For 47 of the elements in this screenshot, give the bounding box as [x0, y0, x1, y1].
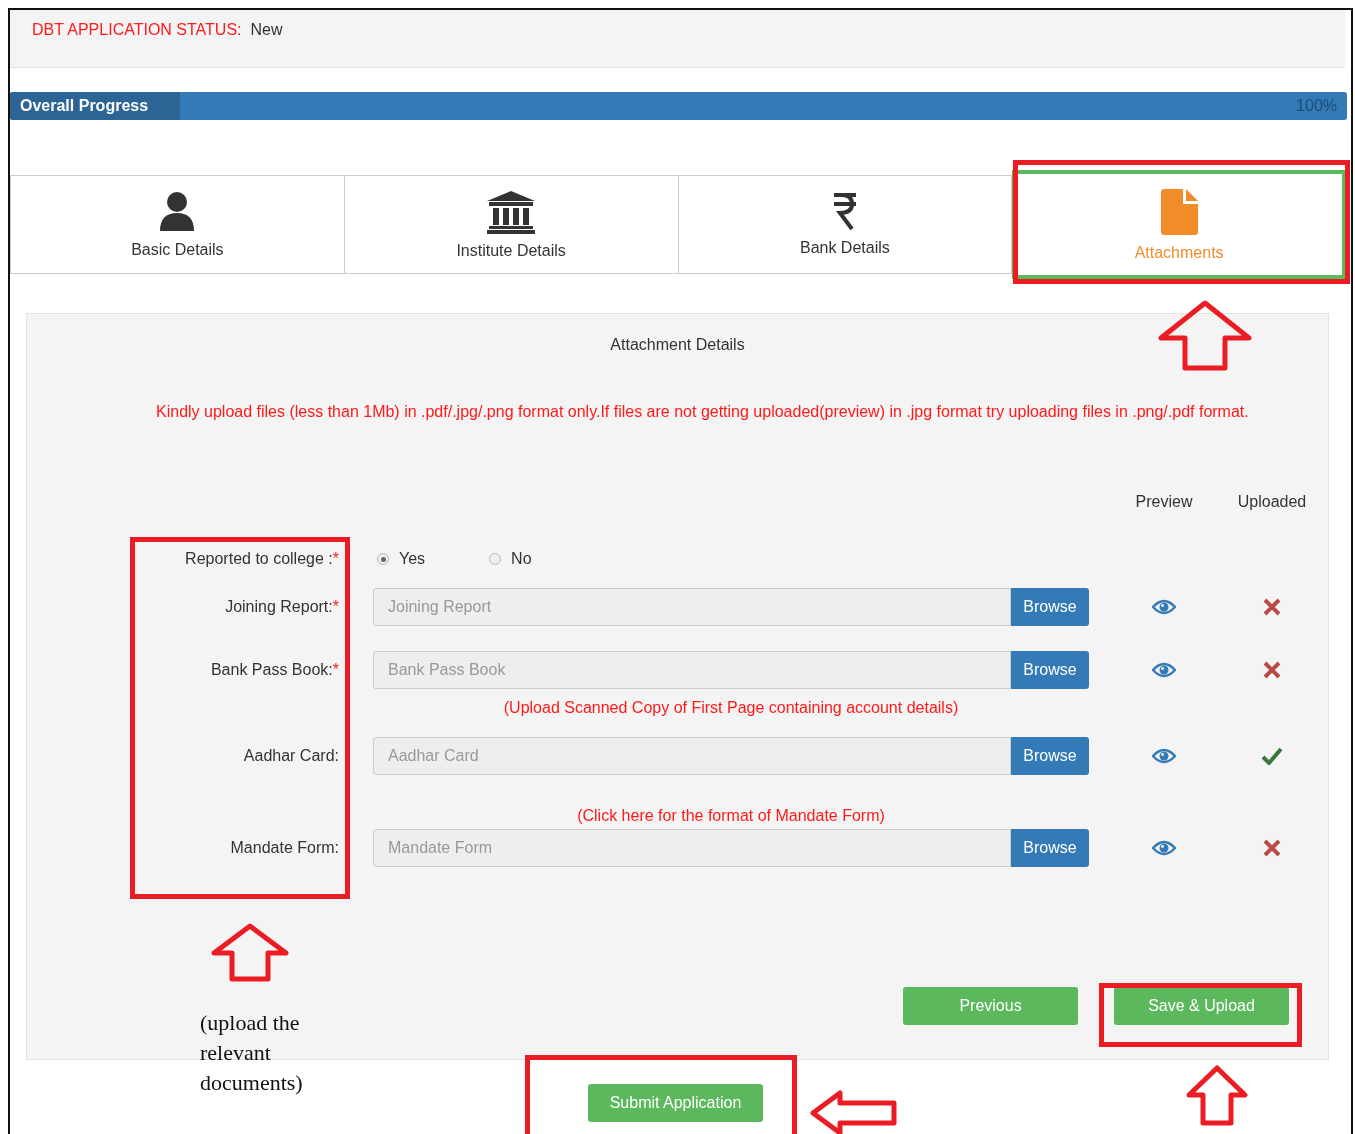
radio-option[interactable]: Yes: [377, 550, 426, 568]
browse-button[interactable]: Browse: [1011, 829, 1089, 867]
up-arrow-icon: [210, 923, 290, 983]
upload-hint: (Upload Scanned Copy of First Page containing account details): [503, 699, 959, 716]
column-header: Preview: [1135, 493, 1193, 511]
mandate-format-link[interactable]: (Click here for the format of Mandate Form): [577, 807, 885, 824]
action-button[interactable]: Save & Upload: [1114, 987, 1289, 1025]
upload-notice: Kindly upload files (less than 1Mb) in .pdf/.jpg/.png format only.If files are not getting uploaded(preview) in .jpg format try uploading files in .png/.pdf format.: [155, 402, 1250, 422]
progress-reading: 100%: [1296, 97, 1338, 115]
status-label: DBT APPLICATION STATUS:: [32, 21, 242, 39]
up-arrow-icon: [1185, 1065, 1249, 1127]
browse-button[interactable]: Browse: [1011, 588, 1089, 626]
field-label: Aadhar Card:: [243, 747, 339, 764]
file-field[interactable]: Aadhar Card: [373, 737, 1011, 775]
person-icon: [158, 190, 197, 233]
file-field[interactable]: Joining Report: [373, 588, 1011, 626]
file-field[interactable]: Bank Pass Book: [373, 651, 1011, 689]
preview-eye-icon[interactable]: [1152, 661, 1176, 679]
field-label: Bank Pass Book:: [210, 661, 333, 678]
bank-icon: [486, 189, 537, 234]
file-field[interactable]: Mandate Form: [373, 829, 1011, 867]
panel-title: Attachment Details: [609, 336, 746, 354]
progress-label: Overall Progress: [10, 92, 181, 120]
required-mark: *: [332, 550, 339, 567]
column-header: Uploaded: [1237, 493, 1307, 511]
up-arrow-icon: [1157, 300, 1253, 372]
radio-button[interactable]: [377, 553, 389, 565]
preview-eye-icon[interactable]: [1152, 747, 1176, 765]
browse-button[interactable]: Browse: [1011, 651, 1089, 689]
required-mark: *: [332, 661, 339, 678]
submit-button[interactable]: Submit Application: [587, 1084, 764, 1122]
preview-eye-icon[interactable]: [1152, 839, 1176, 857]
action-button[interactable]: Previous: [903, 987, 1078, 1025]
required-mark: *: [332, 598, 339, 615]
annotation-note: (upload the relevant documents): [200, 1009, 304, 1097]
document-icon: [1159, 187, 1200, 236]
field-label: Joining Report:: [225, 598, 333, 615]
rupee-icon: [831, 192, 858, 231]
status-value: New: [250, 21, 283, 39]
radio-option[interactable]: No: [489, 550, 532, 568]
browse-button[interactable]: Browse: [1011, 737, 1089, 775]
field-label: Mandate Form:: [230, 839, 339, 856]
radio-button[interactable]: [489, 553, 502, 565]
left-arrow-icon: [810, 1090, 898, 1134]
preview-eye-icon[interactable]: [1152, 598, 1176, 616]
step-tab[interactable]: Attachments: [1012, 170, 1346, 279]
field-label: Reported to college :: [185, 550, 333, 567]
